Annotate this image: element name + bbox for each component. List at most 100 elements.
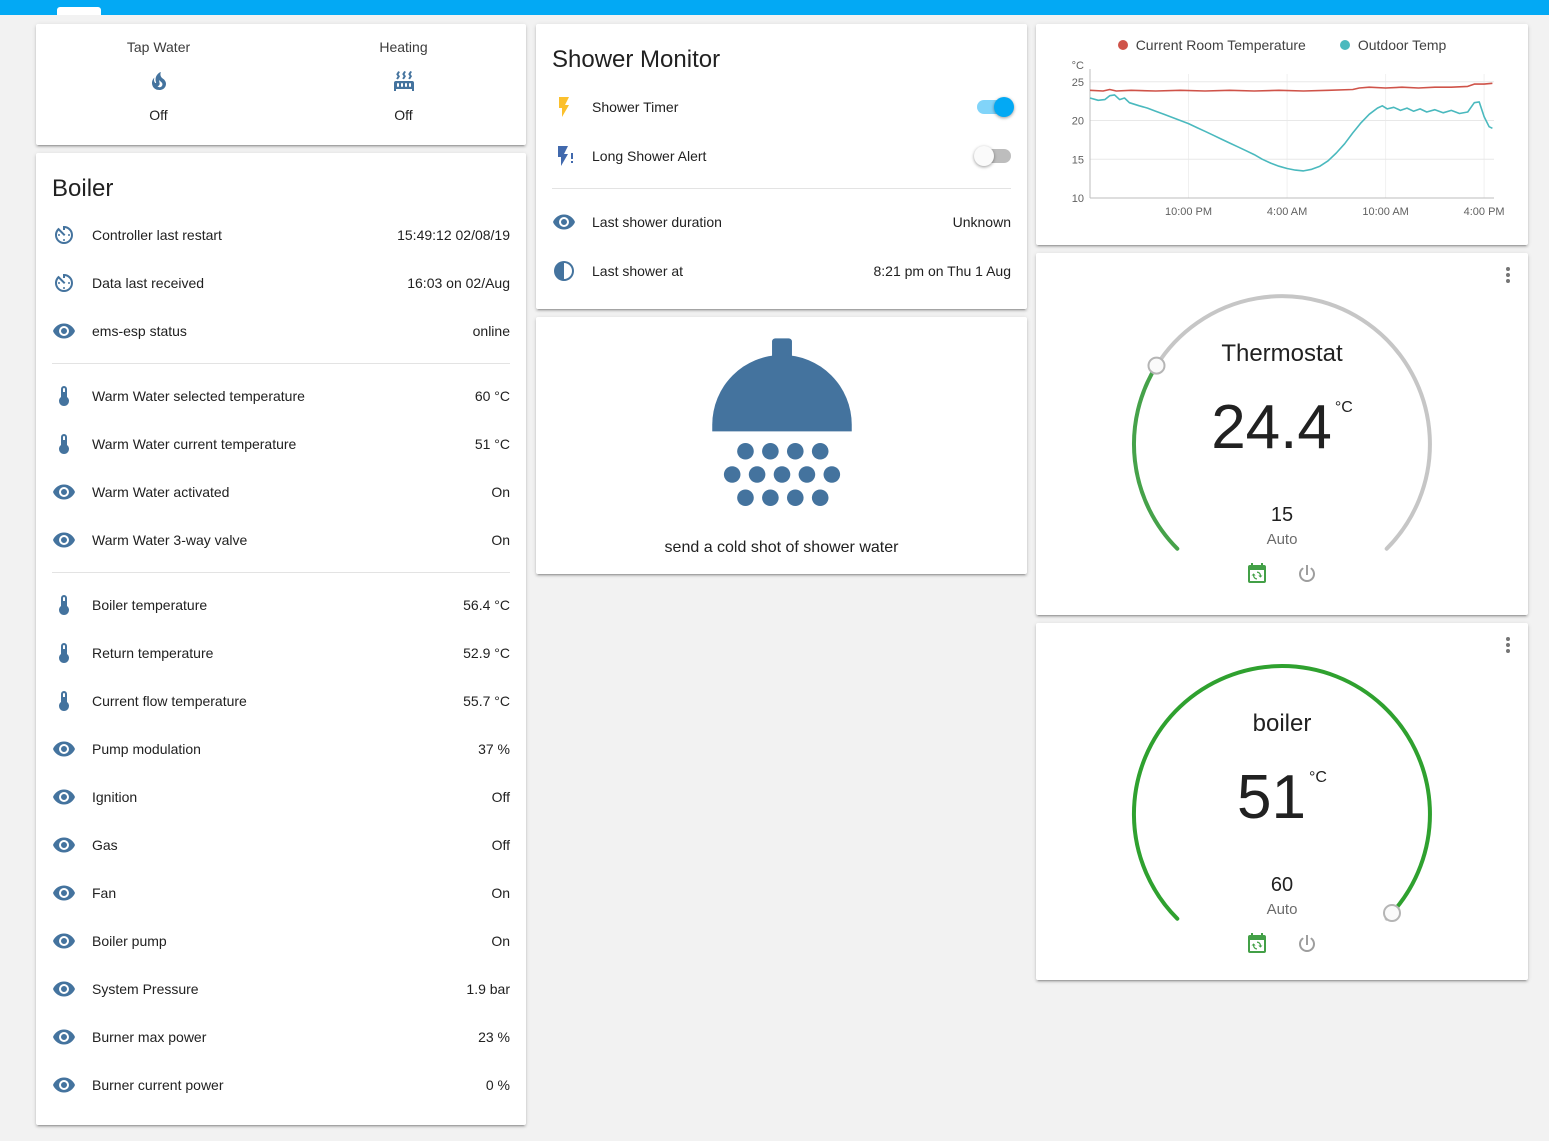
- shower-monitor-card: Shower Monitor Shower Timer Long Shower A…: [536, 24, 1027, 309]
- thermometer-icon: [52, 384, 76, 408]
- shower-action-card[interactable]: send a cold shot of shower water: [536, 317, 1027, 574]
- svg-text:10:00 PM: 10:00 PM: [1165, 206, 1212, 218]
- active-tab-indicator[interactable]: [57, 7, 101, 15]
- entity-row[interactable]: IgnitionOff: [36, 773, 526, 821]
- thermometer-icon: [52, 641, 76, 665]
- entity-name: Burner max power: [92, 1029, 478, 1045]
- entity-name: Last shower at: [592, 263, 873, 279]
- svg-text:20: 20: [1072, 116, 1084, 128]
- divider: [52, 572, 510, 573]
- power-icon[interactable]: [1295, 932, 1319, 956]
- svg-text:15: 15: [1072, 154, 1084, 166]
- thermostat-title: Thermostat: [1117, 340, 1447, 368]
- legend-dot: [1340, 40, 1350, 50]
- entity-row[interactable]: Last shower at8:21 pm on Thu 1 Aug: [536, 246, 1027, 295]
- temperature-value: 24.4: [1211, 393, 1332, 462]
- boiler-entities-card: Boiler Controller last restart15:49:12 0…: [36, 153, 526, 1125]
- timer-icon: [52, 271, 76, 295]
- glance-state: Off: [394, 107, 412, 123]
- entity-state: 23 %: [478, 1029, 510, 1045]
- entity-row[interactable]: Data last received16:03 on 02/Aug: [36, 259, 526, 307]
- entity-name: Warm Water activated: [92, 484, 491, 500]
- entity-name: Burner current power: [92, 1077, 486, 1093]
- entity-row[interactable]: Boiler pumpOn: [36, 917, 526, 965]
- glance-label: Heating: [379, 39, 427, 55]
- temperature-history-chart: 10:00 PM4:00 AM10:00 AM4:00 PM25201510°C: [1052, 58, 1512, 228]
- shower-head-icon: [682, 335, 882, 521]
- eye-icon: [52, 480, 76, 504]
- eye-icon: [52, 833, 76, 857]
- entity-row[interactable]: Warm Water current temperature51 °C: [36, 420, 526, 468]
- entity-row[interactable]: Warm Water activatedOn: [36, 468, 526, 516]
- entity-name: Boiler pump: [92, 933, 491, 949]
- eye-icon: [52, 929, 76, 953]
- boiler-dial[interactable]: boiler 51°C 60 Auto: [1117, 638, 1447, 968]
- entity-state: 16:03 on 02/Aug: [407, 275, 510, 291]
- legend-label: Outdoor Temp: [1358, 37, 1446, 53]
- glance-item-tap-water[interactable]: Tap Water Off: [36, 39, 281, 145]
- app-header: [0, 0, 1549, 15]
- eye-icon: [52, 785, 76, 809]
- entity-row[interactable]: Controller last restart15:49:12 02/08/19: [36, 211, 526, 259]
- boiler-current-temperature: 51°C: [1117, 762, 1447, 833]
- timer-icon: [52, 223, 76, 247]
- entity-row[interactable]: ems-esp statusonline: [36, 307, 526, 355]
- boiler-mode: Auto: [1117, 901, 1447, 918]
- thermostat-target-temperature: 15: [1117, 504, 1447, 527]
- temperature-value: 51: [1237, 763, 1306, 832]
- temperature-unit: °C: [1309, 769, 1327, 786]
- thermostat-dial[interactable]: Thermostat 24.4°C 15 Auto: [1117, 268, 1447, 598]
- legend-item[interactable]: Current Room Temperature: [1118, 37, 1306, 53]
- calendar-sync-icon[interactable]: [1245, 562, 1269, 586]
- eye-icon: [52, 977, 76, 1001]
- temperature-unit: °C: [1335, 399, 1353, 416]
- shower-timer-toggle[interactable]: [977, 100, 1011, 114]
- card-title-shower-monitor: Shower Monitor: [536, 24, 1027, 82]
- entity-row[interactable]: Burner current power0 %: [36, 1061, 526, 1109]
- boiler-title: boiler: [1117, 710, 1447, 738]
- moon-icon: [552, 259, 576, 283]
- entity-row[interactable]: Boiler temperature56.4 °C: [36, 581, 526, 629]
- entity-name: Ignition: [92, 789, 492, 805]
- eye-icon: [552, 210, 576, 234]
- glance-label: Tap Water: [127, 39, 190, 55]
- entity-state: On: [491, 933, 510, 949]
- entity-row[interactable]: Last shower durationUnknown: [536, 197, 1027, 246]
- glance-item-heating[interactable]: Heating Off: [281, 39, 526, 145]
- entity-row[interactable]: Pump modulation37 %: [36, 725, 526, 773]
- entity-row[interactable]: System Pressure1.9 bar: [36, 965, 526, 1013]
- entity-row[interactable]: Burner max power23 %: [36, 1013, 526, 1061]
- svg-text:4:00 AM: 4:00 AM: [1267, 206, 1307, 218]
- legend-item[interactable]: Outdoor Temp: [1340, 37, 1446, 53]
- thermostat-more-options-button[interactable]: [1496, 263, 1520, 290]
- boiler-more-options-button[interactable]: [1496, 633, 1520, 660]
- entity-name: Return temperature: [92, 645, 463, 661]
- middle-column: Shower Monitor Shower Timer Long Shower A…: [536, 24, 1027, 574]
- boiler-gauge-card: boiler 51°C 60 Auto: [1036, 623, 1528, 980]
- shower-timer-row[interactable]: Shower Timer: [536, 82, 1027, 131]
- flash-icon: [552, 95, 576, 119]
- tap-water-heating-card: Tap Water Off Heating Off: [36, 24, 526, 145]
- calendar-sync-icon[interactable]: [1245, 932, 1269, 956]
- card-title-boiler: Boiler: [36, 153, 526, 211]
- svg-text:°C: °C: [1072, 60, 1084, 72]
- entity-row[interactable]: FanOn: [36, 869, 526, 917]
- long-shower-alert-row[interactable]: Long Shower Alert: [536, 131, 1027, 180]
- entity-row[interactable]: Warm Water selected temperature60 °C: [36, 372, 526, 420]
- entity-row[interactable]: Return temperature52.9 °C: [36, 629, 526, 677]
- long-shower-alert-toggle[interactable]: [977, 149, 1011, 163]
- glance-state: Off: [149, 107, 167, 123]
- toggle-knob: [974, 146, 994, 166]
- entity-row[interactable]: Current flow temperature55.7 °C: [36, 677, 526, 725]
- power-icon[interactable]: [1295, 562, 1319, 586]
- eye-icon: [52, 319, 76, 343]
- shower-action-caption: send a cold shot of shower water: [665, 539, 899, 557]
- flash-alert-icon: [552, 144, 576, 168]
- entity-row[interactable]: Warm Water 3-way valveOn: [36, 516, 526, 564]
- entity-row[interactable]: GasOff: [36, 821, 526, 869]
- svg-text:4:00 PM: 4:00 PM: [1464, 206, 1505, 218]
- thermostat-current-temperature: 24.4°C: [1117, 392, 1447, 463]
- entity-state: On: [491, 484, 510, 500]
- entity-state: On: [491, 532, 510, 548]
- entity-name: Long Shower Alert: [592, 148, 977, 164]
